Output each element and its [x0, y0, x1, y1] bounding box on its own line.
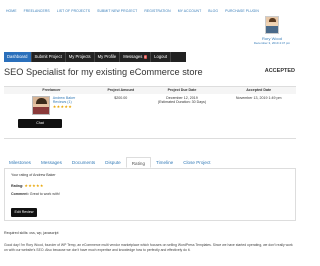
- nav-registration[interactable]: REGISTRATION: [144, 9, 170, 13]
- user-box: Rory Wood December 3, 2019 4:47 pm: [250, 16, 294, 48]
- avatar[interactable]: [265, 16, 279, 34]
- due-estimate: (Estimated Duration: 30 Days): [157, 99, 207, 104]
- messages-count-badge: 0: [143, 54, 148, 59]
- rating-label: Rating:: [11, 184, 24, 188]
- chat-button[interactable]: Chat: [18, 118, 62, 128]
- freelancer-cell: Andrew Baker Reviews (1) ★★★★★ Chat: [4, 93, 99, 139]
- table-header: Accepted Date: [221, 86, 296, 94]
- table-header: Project Amount: [98, 86, 143, 94]
- rating-stars: ★★★★★: [24, 183, 44, 188]
- comment-label: Comment:: [11, 192, 29, 196]
- required-skills: Required skills: css, wp, javascript: [4, 231, 59, 235]
- tab-dispute[interactable]: Dispute: [100, 157, 126, 168]
- amount-cell: $200.00: [98, 93, 143, 139]
- rating-panel: Your rating of Andrew Baker Rating: ★★★★…: [4, 169, 296, 221]
- top-navigation: HOME FREELANCERS LIST OF PROJECTS SUBMIT…: [0, 6, 300, 15]
- accepted-date-cell: November 13, 2019 1:49 pm: [221, 93, 296, 139]
- nav-blog[interactable]: BLOG: [208, 9, 218, 13]
- dash-submit-project[interactable]: Submit Project: [32, 52, 66, 62]
- page-title: SEO Specialist for my existing eCommerce…: [4, 67, 203, 77]
- project-info-table: Freelancer Project Amount Project Due Da…: [4, 86, 296, 139]
- nav-list-of-projects[interactable]: LIST OF PROJECTS: [57, 9, 90, 13]
- freelancer-avatar[interactable]: [31, 95, 50, 115]
- nav-home[interactable]: HOME: [6, 9, 17, 13]
- tab-rating[interactable]: Rating: [125, 157, 151, 168]
- user-date: December 3, 2019 4:47 pm: [253, 41, 291, 45]
- tab-close-project[interactable]: Close Project: [178, 157, 215, 168]
- dash-dashboard[interactable]: Dashboard: [4, 52, 32, 62]
- freelancer-stars: ★★★★★: [52, 103, 73, 109]
- nav-my-account[interactable]: MY ACCOUNT: [178, 9, 202, 13]
- project-tabs: Milestones Messages Documents Dispute Ra…: [4, 157, 296, 169]
- table-row: Andrew Baker Reviews (1) ★★★★★ Chat $200…: [4, 93, 296, 139]
- dash-my-profile[interactable]: My Profile: [95, 52, 121, 62]
- rating-title: Your rating of Andrew Baker: [11, 173, 56, 177]
- table-header: Project Due Date: [142, 86, 222, 94]
- dashboard-nav: Dashboard Submit Project My Projects My …: [4, 52, 186, 62]
- nav-freelancers[interactable]: FREELANCERS: [24, 9, 50, 13]
- dash-messages[interactable]: Messages 0: [120, 52, 152, 62]
- nav-purchase-plugin[interactable]: PURCHASE PLUGIN: [225, 9, 259, 13]
- tab-milestones[interactable]: Milestones: [4, 157, 36, 168]
- due-date-cell: December 12, 2019 (Estimated Duration: 3…: [142, 93, 222, 139]
- tab-timeline[interactable]: Timeline: [151, 157, 178, 168]
- dash-logout[interactable]: Logout: [151, 52, 171, 62]
- status-badge: ACCEPTED: [264, 68, 295, 74]
- project-description: Good day! I'm Rory Wood, founder of WP T…: [4, 243, 293, 252]
- table-header: Freelancer: [4, 86, 99, 94]
- edit-review-button[interactable]: Edit Review: [11, 208, 37, 217]
- rating-row: Rating: ★★★★★: [11, 183, 289, 188]
- freelancer-name[interactable]: Andrew Baker: [53, 96, 76, 100]
- nav-submit-new-project[interactable]: SUBMIT NEW PROJECT: [97, 9, 137, 13]
- tab-messages[interactable]: Messages: [36, 157, 67, 168]
- dash-my-projects[interactable]: My Projects: [66, 52, 95, 62]
- comment-row: Comment: Great to work with!: [11, 192, 289, 196]
- comment-value: Great to work with!: [29, 192, 60, 196]
- tab-documents[interactable]: Documents: [67, 157, 100, 168]
- dash-messages-label: Messages: [123, 54, 143, 59]
